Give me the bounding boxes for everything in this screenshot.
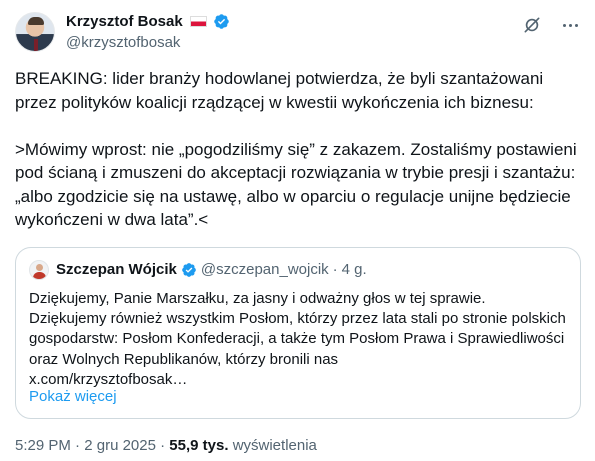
- views-count: 55,9 tys.: [169, 437, 229, 454]
- meta-separator: ·: [160, 437, 166, 454]
- poland-flag-icon: [189, 16, 207, 27]
- author-avatar[interactable]: [15, 12, 55, 52]
- quote-timestamp[interactable]: 4 g.: [342, 261, 367, 278]
- tweet-time[interactable]: 5:29 PM: [15, 437, 71, 454]
- verified-badge-icon: [213, 14, 229, 29]
- avatar-hair: [28, 17, 44, 25]
- more-dot-icon: [562, 23, 566, 27]
- avatar-head: [36, 264, 43, 271]
- quote-text: Dziękujemy, Panie Marszałku, za jasny i …: [29, 290, 566, 388]
- verified-badge-icon: [182, 262, 196, 277]
- quote-author-handle[interactable]: @szczepan_wojcik: [201, 261, 329, 278]
- show-more-link[interactable]: Pokaż więcej: [29, 388, 117, 405]
- meta-separator: ·: [75, 437, 81, 454]
- quote-author-name[interactable]: Szczepan Wójcik: [56, 261, 177, 278]
- quote-name-row: Szczepan Wójcik @szczepan_wojcik · 4 g.: [56, 261, 367, 278]
- tweet-date[interactable]: 2 gru 2025: [84, 437, 156, 454]
- tweet-text: BREAKING: lider branży hodowlanej potwie…: [15, 69, 577, 229]
- avatar-shirt: [33, 272, 46, 279]
- tweet-header: Krzysztof Bosak @krzysztofbosak: [15, 9, 580, 53]
- tweet-meta: 5:29 PM · 2 gru 2025 · 55,9 tys. wyświet…: [15, 437, 317, 454]
- views-label: wyświetlenia: [232, 437, 317, 454]
- author-name[interactable]: Krzysztof Bosak: [66, 13, 183, 30]
- quote-separator: ·: [332, 261, 338, 278]
- avatar-tie: [34, 39, 38, 51]
- author-handle[interactable]: @krzysztofbosak: [66, 34, 180, 51]
- more-dot-icon: [574, 23, 578, 27]
- author-name-row: Krzysztof Bosak: [66, 13, 230, 30]
- quote-author-avatar[interactable]: [29, 260, 49, 280]
- quoted-tweet[interactable]: Szczepan Wójcik @szczepan_wojcik · 4 g. …: [15, 247, 581, 419]
- grok-icon[interactable]: [522, 15, 542, 35]
- more-options-icon[interactable]: [560, 15, 580, 35]
- more-dot-icon: [568, 23, 572, 27]
